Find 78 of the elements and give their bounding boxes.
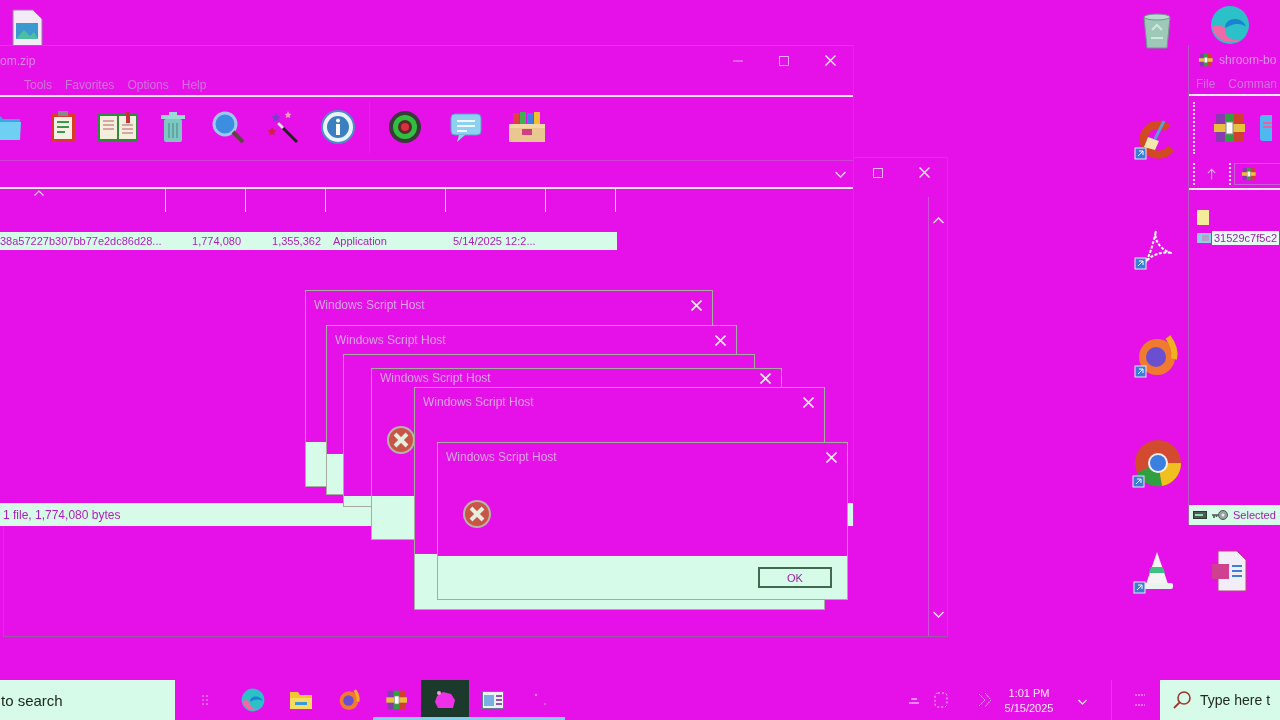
- search-icon[interactable]: [210, 109, 245, 144]
- folder-icon: [289, 690, 313, 710]
- window-title: shroom-bo: [1219, 52, 1277, 67]
- bars-icon[interactable]: [908, 695, 920, 705]
- menu-item[interactable]: Tools: [24, 78, 52, 92]
- close-icon[interactable]: [826, 451, 837, 463]
- address-field[interactable]: [1234, 162, 1280, 185]
- up-arrow-icon[interactable]: [1207, 167, 1217, 180]
- swirl-icon: [241, 688, 265, 712]
- image-file-icon[interactable]: [9, 9, 45, 47]
- close-icon: [824, 55, 836, 66]
- books-icon: [385, 688, 409, 712]
- dialog-title: Windows Script Host: [423, 395, 534, 409]
- caret-icon[interactable]: [34, 190, 44, 196]
- close-icon[interactable]: [803, 396, 814, 408]
- chevron-down-icon[interactable]: [1078, 699, 1087, 705]
- close-icon: [918, 167, 930, 178]
- round-badge-icon[interactable]: [387, 109, 422, 144]
- window-icon: [482, 691, 504, 709]
- table-row[interactable]: 38a57227b307bb77e2dc86d28... 1,774,080 1,355,362 Application 5/14/2025 12:2...: [0, 232, 617, 250]
- info-icon[interactable]: [320, 109, 355, 144]
- ok-button[interactable]: OK: [758, 567, 832, 588]
- app-icon[interactable]: [1260, 112, 1272, 143]
- key-icon: [1212, 509, 1228, 521]
- book-icon[interactable]: [96, 109, 139, 144]
- clock-date: 5/15/2025: [1004, 701, 1054, 714]
- menu-item[interactable]: Favorites: [65, 78, 115, 92]
- close-icon[interactable]: [760, 372, 771, 384]
- swirl-icon[interactable]: [1210, 5, 1250, 45]
- table-cell-text: 38a57227b307bb77e2dc86d28...: [0, 235, 163, 247]
- clock-time: 1:01 PM: [1008, 686, 1050, 699]
- table-cell-text: 1,355,362: [271, 235, 322, 247]
- dialog-title: Windows Script Host: [335, 333, 446, 347]
- menu-item[interactable]: Options: [127, 78, 169, 92]
- error-icon: [386, 425, 416, 455]
- file-icon: [1197, 233, 1211, 243]
- circle-logo-icon[interactable]: [1132, 439, 1182, 489]
- drive-icon: [1193, 511, 1207, 519]
- menu-item[interactable]: File: [1196, 77, 1216, 91]
- maximize-icon: [873, 167, 883, 178]
- dots-icon: [533, 692, 549, 708]
- menu-item[interactable]: Comman: [1228, 77, 1278, 91]
- archive-box-icon[interactable]: [506, 109, 547, 144]
- dialog-title: Windows Script Host: [446, 450, 557, 464]
- taskbar-button[interactable]: [421, 680, 469, 720]
- fox-icon: [337, 688, 361, 712]
- table-cell-text: 5/14/2025 12:2...: [452, 235, 537, 247]
- document-icon[interactable]: [1209, 549, 1249, 593]
- clock[interactable]: 1:01 PM 5/15/2025: [999, 686, 1059, 714]
- search-icon: [1172, 690, 1192, 710]
- status-text: Selected: [1233, 509, 1276, 521]
- fox-icon[interactable]: [1134, 333, 1180, 379]
- brush-icon[interactable]: [1134, 118, 1176, 160]
- chevron-up-icon[interactable]: [932, 217, 944, 224]
- file-name[interactable]: 31529c7f5c2: [1212, 231, 1279, 245]
- table-cell-text: Application: [332, 235, 388, 247]
- scrollbar[interactable]: [928, 197, 947, 636]
- search-field[interactable]: to search: [0, 680, 175, 720]
- close-icon[interactable]: [691, 299, 702, 311]
- dialog-title: Windows Script Host: [380, 371, 491, 385]
- minimize-icon: [733, 59, 743, 62]
- books-icon: [1198, 51, 1214, 68]
- chevron-down-icon[interactable]: [932, 611, 944, 618]
- window-title: om.zip: [0, 53, 36, 68]
- dashed-square-icon[interactable]: [934, 692, 948, 708]
- table-cell-text: 1,774,080: [191, 235, 242, 247]
- books-icon: [1241, 165, 1258, 182]
- blob-icon: [434, 690, 456, 710]
- dialog-title: Windows Script Host: [314, 298, 425, 312]
- dot-grid-icon: [201, 695, 209, 705]
- menu-item[interactable]: Help: [181, 78, 207, 92]
- maximize-icon: [779, 55, 789, 66]
- double-chevron-icon[interactable]: [977, 691, 993, 709]
- close-icon[interactable]: [715, 334, 726, 346]
- magic-wand-icon[interactable]: [265, 109, 300, 144]
- chevron-down-icon[interactable]: [835, 170, 846, 178]
- search-field[interactable]: Type here t: [1160, 680, 1280, 720]
- error-icon: [462, 499, 492, 529]
